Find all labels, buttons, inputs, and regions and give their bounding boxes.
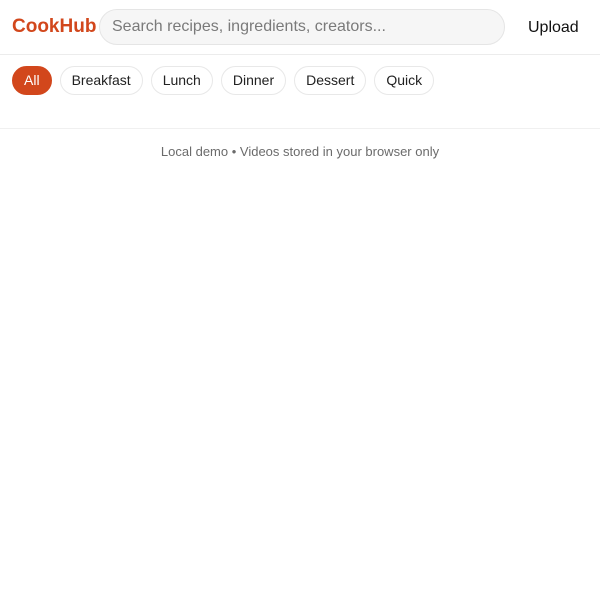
upload-button[interactable]: Upload (520, 14, 587, 42)
category-chip-dinner[interactable]: Dinner (220, 66, 287, 95)
brand-logo[interactable]: CookHub (12, 14, 96, 40)
category-chip-dessert[interactable]: Dessert (294, 66, 367, 95)
category-chip-quick[interactable]: Quick (374, 66, 435, 95)
content-divider (0, 128, 600, 129)
category-filter-bar: All Breakfast Lunch Dinner Dessert Quick (12, 66, 435, 96)
category-chip-breakfast[interactable]: Breakfast (59, 66, 143, 95)
category-chip-all[interactable]: All (12, 66, 52, 95)
search-input[interactable] (99, 9, 505, 45)
top-header: CookHub Upload (0, 0, 600, 55)
category-chip-lunch[interactable]: Lunch (150, 66, 213, 95)
local-demo-notice: Local demo • Videos stored in your brows… (160, 144, 440, 159)
